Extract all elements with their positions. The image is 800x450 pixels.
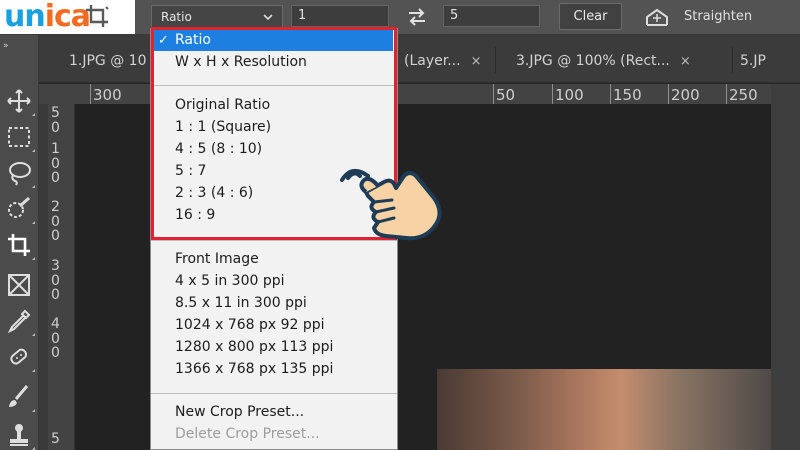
marquee-icon[interactable] — [5, 123, 35, 152]
menu-item-1366x768[interactable]: 1366 x 768 px 135 ppi — [175, 361, 333, 377]
eyedropper-icon[interactable] — [5, 307, 35, 336]
healing-brush-icon[interactable] — [5, 343, 35, 372]
ratio-preset-select[interactable]: Ratio — [151, 5, 283, 29]
straighten-icon[interactable] — [644, 5, 670, 29]
menu-item-1024x768[interactable]: 1024 x 768 px 92 ppi — [175, 317, 325, 333]
ratio-height-input[interactable]: 5 — [443, 5, 540, 27]
clone-stamp-icon[interactable] — [5, 421, 35, 450]
lasso-icon[interactable] — [5, 159, 35, 188]
menu-item-5-7[interactable]: 5 : 7 — [175, 163, 206, 179]
unica-logo: unica — [0, 0, 135, 34]
tab-1jpg[interactable]: 1.JPG @ 10 — [69, 43, 147, 79]
close-icon[interactable]: × — [471, 54, 482, 69]
menu-item-original-ratio[interactable]: Original Ratio — [175, 97, 270, 113]
menu-item-1-1[interactable]: 1 : 1 (Square) — [175, 119, 271, 135]
menu-item-front-image[interactable]: Front Image — [175, 251, 259, 267]
move-icon[interactable] — [5, 87, 35, 116]
menu-item-ratio[interactable]: ✓ Ratio — [153, 30, 393, 51]
pointing-hand-icon — [340, 168, 442, 241]
tab-3jpg[interactable]: 3.JPG @ 100% (Rect... × — [516, 43, 691, 79]
document-image — [437, 369, 771, 450]
collapse-panel-icon[interactable]: » — [3, 41, 8, 51]
clear-button[interactable]: Clear — [559, 3, 622, 30]
close-icon[interactable]: × — [680, 54, 691, 69]
frame-icon[interactable] — [5, 271, 33, 299]
ratio-width-input[interactable]: 1 — [291, 5, 389, 27]
menu-item-2-3[interactable]: 2 : 3 (4 : 6) — [175, 185, 253, 201]
menu-item-4-5[interactable]: 4 : 5 (8 : 10) — [175, 141, 262, 157]
right-panel-edge — [771, 84, 800, 450]
quick-select-icon[interactable] — [5, 195, 35, 224]
crop-icon[interactable] — [4, 230, 35, 260]
menu-item-4x5-300[interactable]: 4 x 5 in 300 ppi — [175, 273, 285, 289]
brush-icon[interactable] — [5, 383, 35, 412]
tab-layer-doc[interactable]: (Layer... × — [404, 43, 481, 79]
menu-item-delete-crop-preset: Delete Crop Preset... — [175, 426, 320, 442]
menu-item-16-9[interactable]: 16 : 9 — [175, 207, 215, 223]
straighten-label[interactable]: Straighten — [684, 9, 752, 24]
menu-item-8-5x11-300[interactable]: 8.5 x 11 in 300 ppi — [175, 295, 307, 311]
options-bar: unica Ratio 1 5 Clear Straighten — [0, 0, 800, 35]
menu-item-new-crop-preset[interactable]: New Crop Preset... — [175, 404, 304, 420]
checkmark-icon: ✓ — [158, 33, 169, 48]
ruler-corner — [39, 84, 76, 104]
menu-item-1280x800[interactable]: 1280 x 800 px 113 ppi — [175, 339, 333, 355]
tools-panel: » — [0, 35, 39, 450]
crop-tool-icon[interactable] — [84, 3, 110, 29]
menu-item-wxh-resolution[interactable]: W x H x Resolution — [175, 54, 307, 70]
chevron-down-icon — [263, 14, 273, 21]
vertical-ruler: 5 0 1 0 0 2 0 0 3 0 0 4 0 0 5 — [48, 104, 75, 450]
swap-icon[interactable] — [406, 7, 428, 27]
tab-5jpg[interactable]: 5.JP — [740, 43, 766, 79]
